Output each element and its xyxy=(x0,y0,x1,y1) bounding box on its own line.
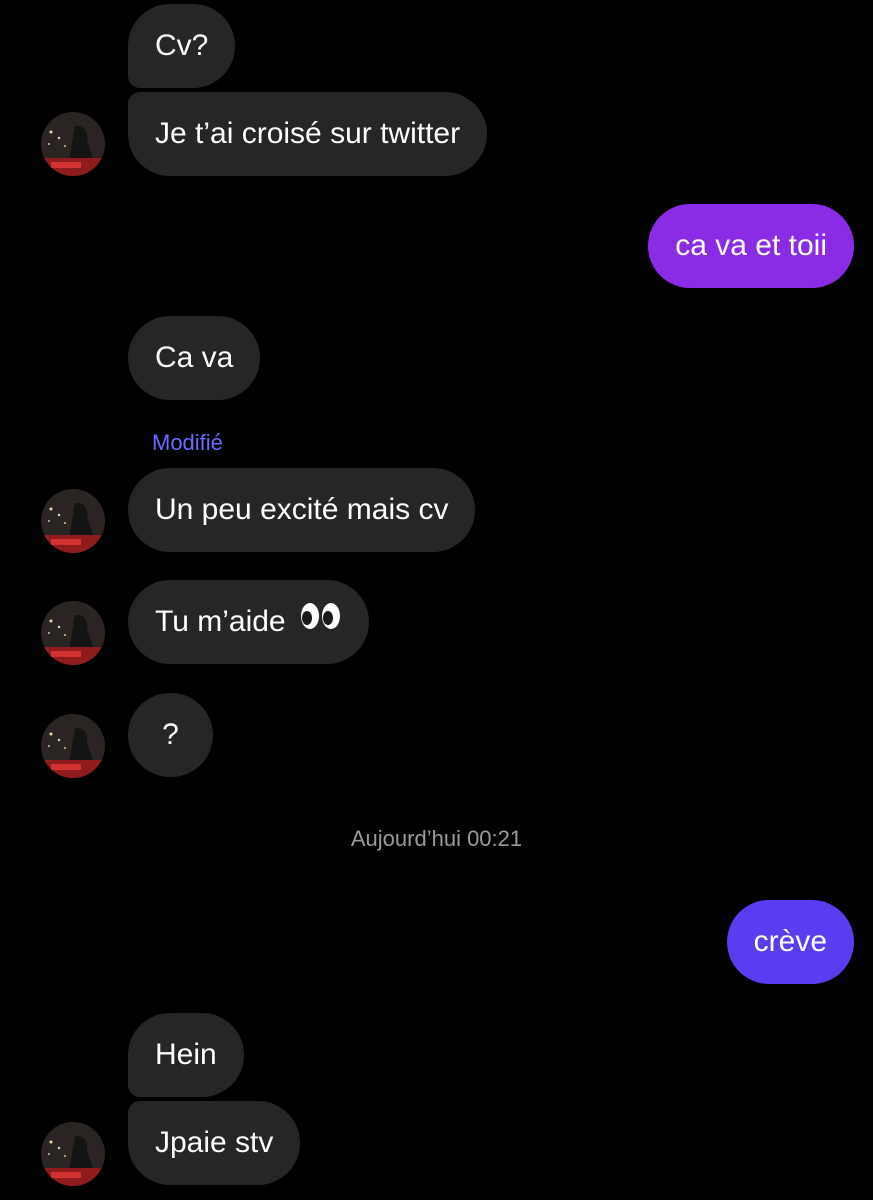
avatar-photo-icon xyxy=(41,601,105,665)
timestamp: Aujourd’hui 00:21 xyxy=(350,826,523,851)
incoming-message-bubble[interactable]: Ca va xyxy=(128,316,261,400)
message-text: Ca va xyxy=(155,341,234,374)
incoming-message-bubble[interactable]: ? xyxy=(128,693,213,777)
avatar-photo-icon xyxy=(41,112,105,176)
message-text: Cv? xyxy=(155,29,209,62)
message-text: Je t’ai croisé sur twitter xyxy=(155,117,461,150)
edited-label: Modifié xyxy=(152,430,223,455)
message-text: Hein xyxy=(155,1038,217,1071)
avatar-photo-icon xyxy=(41,1122,105,1186)
incoming-message-bubble[interactable]: Jpaie stv xyxy=(128,1101,301,1185)
incoming-message-bubble[interactable]: Cv? xyxy=(128,4,236,88)
avatar-photo-icon xyxy=(41,489,105,553)
avatar[interactable] xyxy=(41,489,105,553)
avatar-photo-icon xyxy=(41,714,105,778)
incoming-message-bubble[interactable]: Tu m’aide xyxy=(128,580,369,664)
message-text: ca va et toii xyxy=(675,229,827,262)
incoming-message-bubble[interactable]: Je t’ai croisé sur twitter xyxy=(128,92,488,176)
incoming-message-bubble[interactable]: Hein xyxy=(128,1013,244,1097)
avatar[interactable] xyxy=(41,714,105,778)
incoming-message-bubble[interactable]: Un peu excité mais cv xyxy=(128,468,476,552)
message-text: Tu m’aide xyxy=(155,605,286,638)
message-text: Jpaie stv xyxy=(155,1126,274,1159)
outgoing-message-bubble[interactable]: crève xyxy=(726,900,854,984)
message-thread: Cv? Je t’ai croisé sur twitter ca va et … xyxy=(0,0,873,1200)
outgoing-message-bubble[interactable]: ca va et toii xyxy=(648,204,854,288)
avatar[interactable] xyxy=(41,1122,105,1186)
eyes-emoji-icon xyxy=(300,579,342,663)
message-text: crève xyxy=(753,925,827,958)
avatar[interactable] xyxy=(41,112,105,176)
avatar[interactable] xyxy=(41,601,105,665)
message-text: Un peu excité mais cv xyxy=(155,493,449,526)
message-text: ? xyxy=(162,718,179,751)
